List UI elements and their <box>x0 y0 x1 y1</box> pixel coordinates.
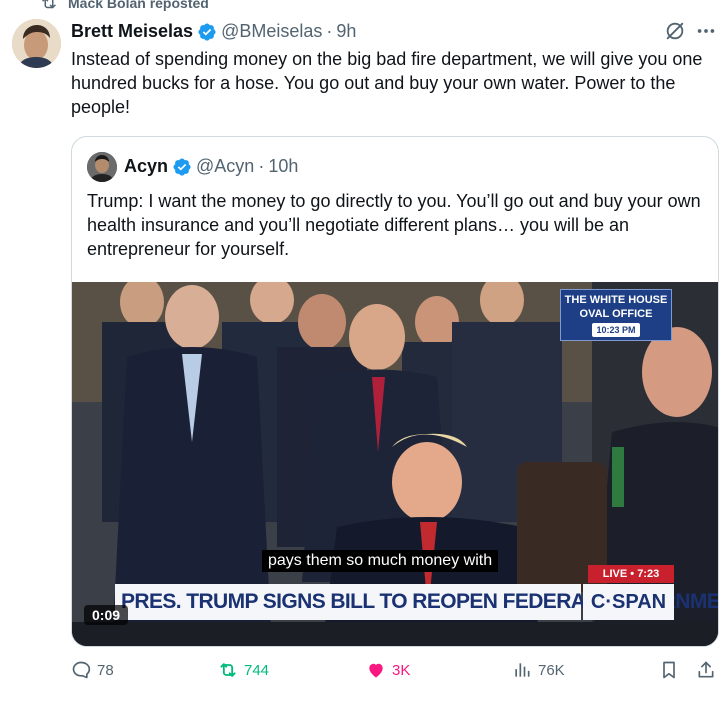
views-count: 76K <box>538 661 565 679</box>
share-button[interactable] <box>696 660 716 680</box>
quoted-avatar-image <box>87 152 117 182</box>
author-handle[interactable]: @BMeiselas <box>221 21 322 42</box>
video-caption: pays them so much money with <box>262 550 499 572</box>
repost-small-icon <box>42 0 56 9</box>
bookmark-icon <box>663 661 675 679</box>
verified-icon <box>198 22 216 41</box>
verified-icon <box>173 157 191 176</box>
quoted-author-name[interactable]: Acyn <box>124 156 168 177</box>
bookmark-button[interactable] <box>659 660 679 680</box>
reply-button[interactable]: 78 <box>71 660 114 680</box>
repost-icon <box>220 663 236 677</box>
action-bar: 78 744 3K 76K <box>0 660 726 690</box>
share-icon <box>698 661 714 678</box>
badge-time: 10:23 PM <box>592 323 640 337</box>
repost-button[interactable]: 744 <box>218 660 269 680</box>
separator-dot: · <box>326 21 333 41</box>
quoted-tweet[interactable]: Acyn @Acyn · 10h Trump: I want the money… <box>71 136 719 647</box>
author-name[interactable]: Brett Meiselas <box>71 21 193 42</box>
news-headline: PRES. TRUMP SIGNS BILL TO REOPEN FEDERAL… <box>115 584 718 620</box>
repost-count: 744 <box>244 661 270 679</box>
tweet-time[interactable]: 9h <box>336 21 356 42</box>
badge-line-2: OVAL OFFICE <box>579 308 653 320</box>
quoted-avatar[interactable] <box>87 152 117 182</box>
whitehouse-badge: THE WHITE HOUSE OVAL OFFICE 10:23 PM <box>560 289 672 341</box>
repost-indicator[interactable]: Mack Bolan reposted <box>40 0 209 12</box>
tweet-text: Instead of spending money on the big bad… <box>71 49 703 117</box>
repost-label: Mack Bolan reposted <box>68 0 209 11</box>
reply-icon <box>72 661 91 679</box>
quoted-time[interactable]: 10h <box>268 156 298 177</box>
network-logo: C·SPAN <box>583 584 674 620</box>
like-count: 3K <box>392 661 411 679</box>
quoted-header: Acyn @Acyn · 10h <box>124 156 298 177</box>
quoted-text: Trump: I want the money to go directly t… <box>87 191 701 259</box>
video-player[interactable]: THE WHITE HOUSE OVAL OFFICE 10:23 PM pay… <box>72 282 718 646</box>
live-indicator: LIVE • 7:23 <box>588 565 674 583</box>
badge-line-1: THE WHITE HOUSE <box>564 294 668 306</box>
reply-count: 78 <box>97 661 114 679</box>
video-duration: 0:09 <box>84 605 129 625</box>
grok-icon[interactable] <box>664 20 686 42</box>
tweet-header: Brett Meiselas @BMeiselas · 9h <box>71 21 356 42</box>
views-button[interactable]: 76K <box>512 660 565 680</box>
quoted-author-handle[interactable]: @Acyn <box>196 156 254 177</box>
heart-icon <box>369 663 383 678</box>
avatar[interactable] <box>12 19 61 68</box>
more-icon[interactable] <box>694 20 718 42</box>
separator-dot: · <box>258 156 265 176</box>
views-icon <box>515 663 530 677</box>
avatar-image <box>12 19 61 68</box>
like-button[interactable]: 3K <box>366 660 410 680</box>
